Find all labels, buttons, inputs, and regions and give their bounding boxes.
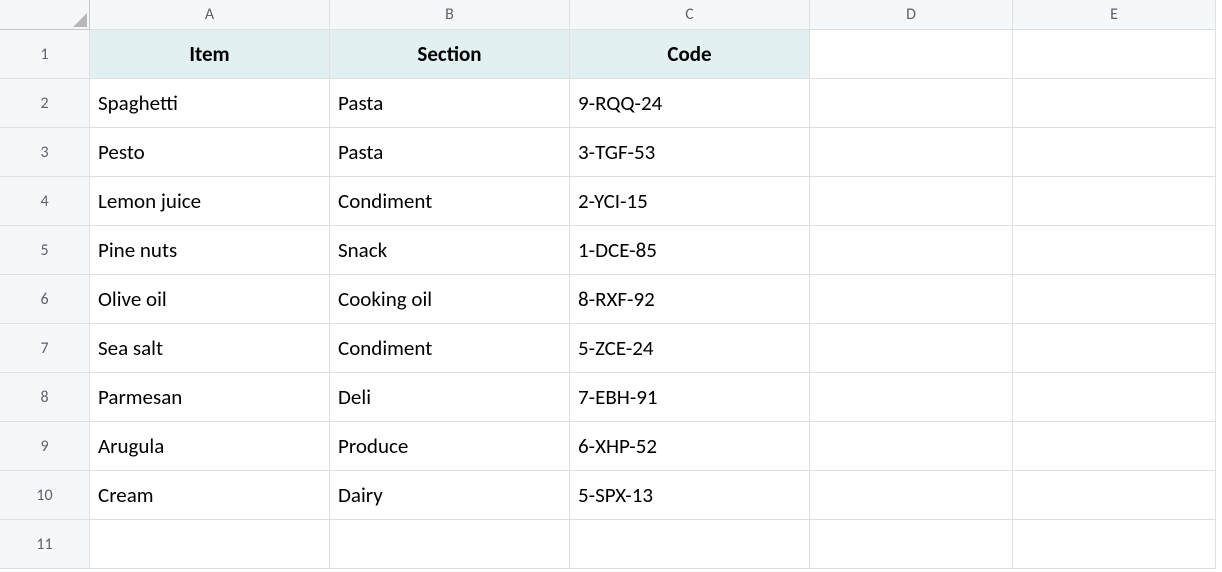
cell-B10[interactable]: Dairy xyxy=(330,471,570,520)
cell-A5[interactable]: Pine nuts xyxy=(90,226,330,275)
row-header-8[interactable]: 8 xyxy=(0,373,90,422)
cell-D10[interactable] xyxy=(810,471,1013,520)
cell-A7[interactable]: Sea salt xyxy=(90,324,330,373)
cell-C3[interactable]: 3-TGF-53 xyxy=(570,128,810,177)
cell-A4[interactable]: Lemon juice xyxy=(90,177,330,226)
cell-C9[interactable]: 6-XHP-52 xyxy=(570,422,810,471)
cell-D7[interactable] xyxy=(810,324,1013,373)
cell-E11[interactable] xyxy=(1013,520,1216,569)
row-header-6[interactable]: 6 xyxy=(0,275,90,324)
cell-C5[interactable]: 1-DCE-85 xyxy=(570,226,810,275)
select-all-corner[interactable] xyxy=(0,0,90,30)
col-header-C[interactable]: C xyxy=(570,0,810,30)
row-header-9[interactable]: 9 xyxy=(0,422,90,471)
cell-D2[interactable] xyxy=(810,79,1013,128)
cell-B7[interactable]: Condiment xyxy=(330,324,570,373)
cell-A11[interactable] xyxy=(90,520,330,569)
cell-B5[interactable]: Snack xyxy=(330,226,570,275)
cell-B8[interactable]: Deli xyxy=(330,373,570,422)
cell-B1[interactable]: Section xyxy=(330,30,570,79)
col-header-D[interactable]: D xyxy=(810,0,1013,30)
cell-A2[interactable]: Spaghetti xyxy=(90,79,330,128)
cell-E7[interactable] xyxy=(1013,324,1216,373)
cell-C8[interactable]: 7-EBH-91 xyxy=(570,373,810,422)
cell-A10[interactable]: Cream xyxy=(90,471,330,520)
cell-E4[interactable] xyxy=(1013,177,1216,226)
row-header-5[interactable]: 5 xyxy=(0,226,90,275)
row-header-7[interactable]: 7 xyxy=(0,324,90,373)
cell-D8[interactable] xyxy=(810,373,1013,422)
cell-A3[interactable]: Pesto xyxy=(90,128,330,177)
cell-C7[interactable]: 5-ZCE-24 xyxy=(570,324,810,373)
cell-D1[interactable] xyxy=(810,30,1013,79)
cell-E8[interactable] xyxy=(1013,373,1216,422)
cell-D9[interactable] xyxy=(810,422,1013,471)
cell-E5[interactable] xyxy=(1013,226,1216,275)
cell-B4[interactable]: Condiment xyxy=(330,177,570,226)
cell-D3[interactable] xyxy=(810,128,1013,177)
cell-E6[interactable] xyxy=(1013,275,1216,324)
cell-E10[interactable] xyxy=(1013,471,1216,520)
cell-A1[interactable]: Item xyxy=(90,30,330,79)
cell-D6[interactable] xyxy=(810,275,1013,324)
cell-B6[interactable]: Cooking oil xyxy=(330,275,570,324)
cell-B2[interactable]: Pasta xyxy=(330,79,570,128)
col-header-E[interactable]: E xyxy=(1013,0,1216,30)
cell-B9[interactable]: Produce xyxy=(330,422,570,471)
cell-A6[interactable]: Olive oil xyxy=(90,275,330,324)
row-header-4[interactable]: 4 xyxy=(0,177,90,226)
row-header-11[interactable]: 11 xyxy=(0,520,90,569)
cell-E9[interactable] xyxy=(1013,422,1216,471)
row-header-1[interactable]: 1 xyxy=(0,30,90,79)
cell-C4[interactable]: 2-YCI-15 xyxy=(570,177,810,226)
cell-D5[interactable] xyxy=(810,226,1013,275)
cell-A8[interactable]: Parmesan xyxy=(90,373,330,422)
col-header-B[interactable]: B xyxy=(330,0,570,30)
cell-C6[interactable]: 8-RXF-92 xyxy=(570,275,810,324)
cell-D11[interactable] xyxy=(810,520,1013,569)
spreadsheet-grid: A B C D E 1 Item Section Code 2 Spaghett… xyxy=(0,0,1222,569)
cell-C10[interactable]: 5-SPX-13 xyxy=(570,471,810,520)
row-header-10[interactable]: 10 xyxy=(0,471,90,520)
cell-C11[interactable] xyxy=(570,520,810,569)
col-header-A[interactable]: A xyxy=(90,0,330,30)
cell-C1[interactable]: Code xyxy=(570,30,810,79)
cell-C2[interactable]: 9-RQQ-24 xyxy=(570,79,810,128)
cell-A9[interactable]: Arugula xyxy=(90,422,330,471)
cell-E3[interactable] xyxy=(1013,128,1216,177)
cell-E2[interactable] xyxy=(1013,79,1216,128)
cell-B3[interactable]: Pasta xyxy=(330,128,570,177)
row-header-3[interactable]: 3 xyxy=(0,128,90,177)
cell-E1[interactable] xyxy=(1013,30,1216,79)
cell-D4[interactable] xyxy=(810,177,1013,226)
cell-B11[interactable] xyxy=(330,520,570,569)
row-header-2[interactable]: 2 xyxy=(0,79,90,128)
